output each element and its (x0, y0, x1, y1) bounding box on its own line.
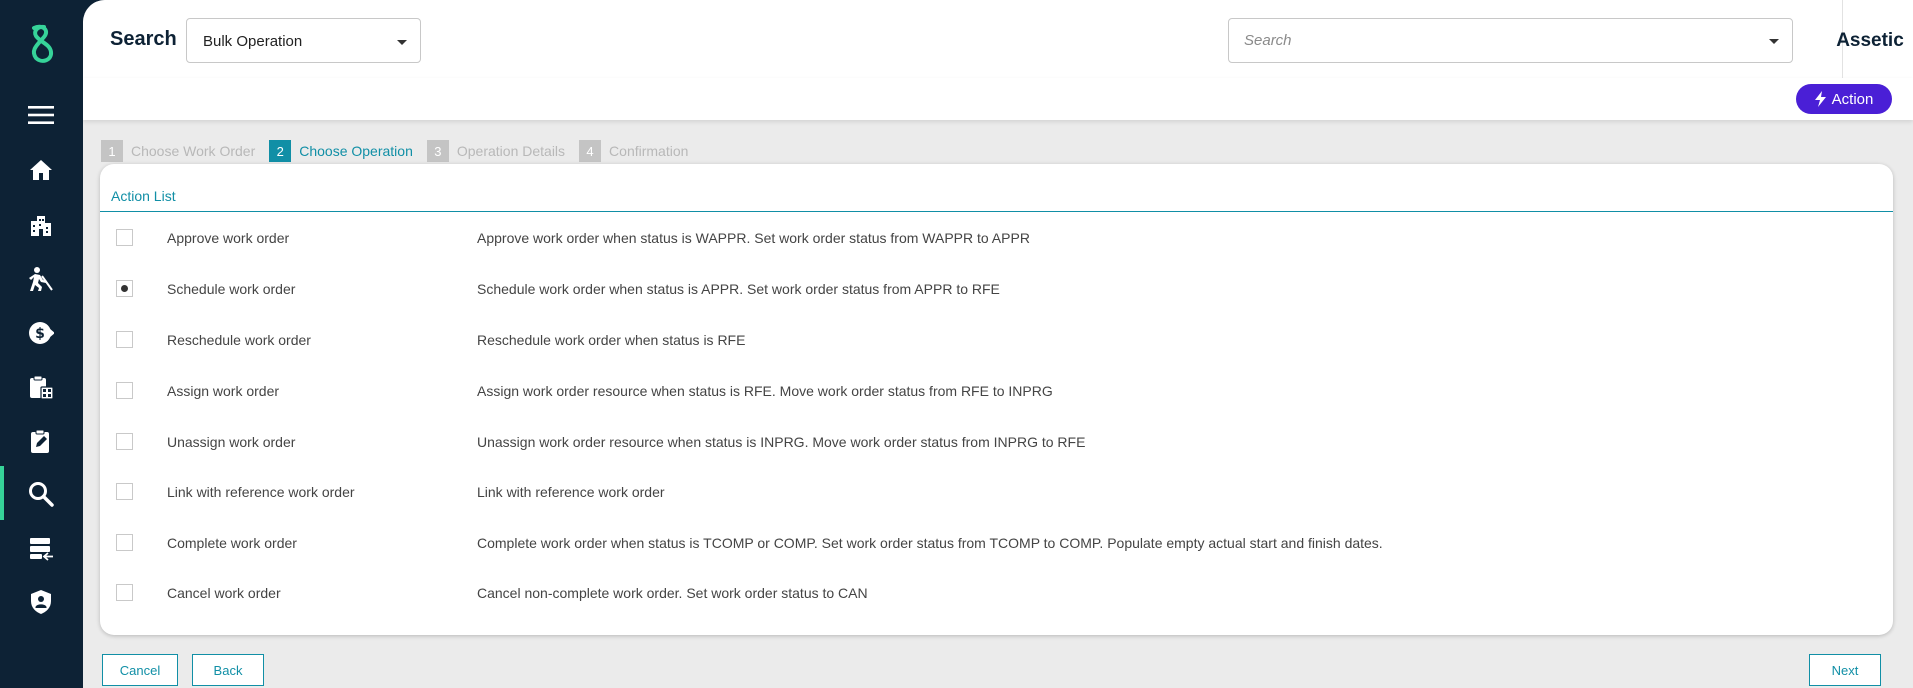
step-label: Choose Work Order (131, 143, 256, 159)
shield-user-icon[interactable] (26, 587, 56, 617)
finance-icon[interactable]: $ (26, 318, 56, 348)
row-checkbox[interactable] (116, 331, 133, 348)
action-name: Reschedule work order (167, 332, 311, 348)
server-list-icon[interactable] (26, 533, 56, 563)
action-description: Reschedule work order when status is RFE (477, 332, 746, 348)
org-name[interactable]: Assetic (1827, 30, 1913, 52)
home-icon[interactable] (26, 155, 56, 185)
step-confirmation[interactable]: 4 Confirmation (579, 140, 688, 162)
action-description: Link with reference work order (477, 484, 665, 500)
card-title: Action List (111, 188, 176, 204)
action-name: Assign work order (167, 383, 280, 399)
chevron-down-icon (397, 40, 407, 45)
global-search[interactable] (1228, 18, 1793, 63)
list-item[interactable]: Unassign work order Unassign work order … (100, 416, 1893, 466)
step-label: Choose Operation (299, 143, 413, 159)
row-checkbox[interactable] (116, 584, 133, 601)
clipboard-icon[interactable] (26, 372, 56, 402)
row-checkbox[interactable] (116, 229, 133, 246)
menu-icon[interactable] (26, 100, 56, 130)
row-checkbox[interactable] (116, 280, 133, 297)
lightning-icon (1814, 91, 1826, 107)
operation-select-value: Bulk Operation (203, 33, 303, 50)
action-description: Schedule work order when status is APPR.… (477, 281, 1000, 297)
list-item[interactable]: Assign work order Assign work order reso… (100, 365, 1893, 415)
wizard-stepper: 1 Choose Work Order 2 Choose Operation 3… (101, 140, 702, 162)
search-icon[interactable] (26, 479, 56, 509)
action-description: Assign work order resource when status i… (477, 383, 1053, 399)
row-checkbox[interactable] (116, 534, 133, 551)
action-description: Complete work order when status is TCOMP… (477, 535, 1383, 551)
buildings-icon[interactable] (26, 210, 56, 240)
page-title: Search (110, 28, 177, 50)
action-button[interactable]: Action (1796, 84, 1892, 114)
step-choose-operation[interactable]: 2 Choose Operation (269, 140, 413, 162)
list-item[interactable]: Link with reference work order Link with… (100, 466, 1893, 516)
step-number: 4 (579, 140, 602, 162)
action-name: Cancel work order (167, 585, 281, 601)
step-label: Confirmation (609, 143, 689, 159)
list-item[interactable]: Schedule work order Schedule work order … (100, 263, 1893, 313)
step-label: Operation Details (456, 143, 566, 159)
step-number: 2 (269, 140, 292, 162)
list-item[interactable]: Reschedule work order Reschedule work or… (100, 314, 1893, 364)
action-list-card: Action List Approve work order Approve w… (100, 164, 1893, 635)
next-button[interactable]: Next (1809, 654, 1881, 686)
edit-document-icon[interactable] (26, 426, 56, 456)
sidebar: $ (0, 0, 83, 688)
step-number: 3 (426, 140, 449, 162)
svg-text:$: $ (35, 326, 45, 342)
worker-icon[interactable] (26, 264, 56, 294)
list-item[interactable]: Complete work order Complete work order … (100, 517, 1893, 567)
action-name: Approve work order (167, 230, 290, 246)
row-checkbox[interactable] (116, 382, 133, 399)
action-name: Schedule work order (167, 281, 296, 297)
row-checkbox[interactable] (116, 433, 133, 450)
action-description: Approve work order when status is WAPPR.… (477, 230, 1030, 246)
card-header: Action List (100, 164, 1893, 212)
action-name: Unassign work order (167, 434, 296, 450)
cancel-button[interactable]: Cancel (102, 654, 178, 686)
action-bar (83, 78, 1913, 120)
search-input[interactable] (1230, 20, 1750, 61)
assetic-logo[interactable] (20, 22, 64, 66)
chevron-down-icon[interactable] (1769, 39, 1779, 44)
top-bar: Search Bulk Operation Assetic (83, 0, 1913, 78)
step-operation-details[interactable]: 3 Operation Details (426, 140, 566, 162)
list-item[interactable]: Cancel work order Cancel non-complete wo… (100, 567, 1893, 617)
row-checkbox[interactable] (116, 483, 133, 500)
action-description: Cancel non-complete work order. Set work… (477, 585, 868, 601)
list-item[interactable]: Approve work order Approve work order wh… (100, 212, 1893, 262)
operation-select[interactable]: Bulk Operation (186, 18, 421, 63)
action-description: Unassign work order resource when status… (477, 434, 1086, 450)
action-name: Complete work order (167, 535, 297, 551)
step-number: 1 (101, 140, 123, 162)
action-button-label: Action (1831, 90, 1874, 108)
selected-dot-icon (121, 285, 128, 292)
active-nav-indicator (0, 466, 4, 520)
step-choose-work-order[interactable]: 1 Choose Work Order (101, 140, 255, 162)
back-button[interactable]: Back (192, 654, 264, 686)
action-name: Link with reference work order (167, 484, 355, 500)
main-panel: Search Bulk Operation Assetic Action 1 C… (83, 0, 1913, 688)
